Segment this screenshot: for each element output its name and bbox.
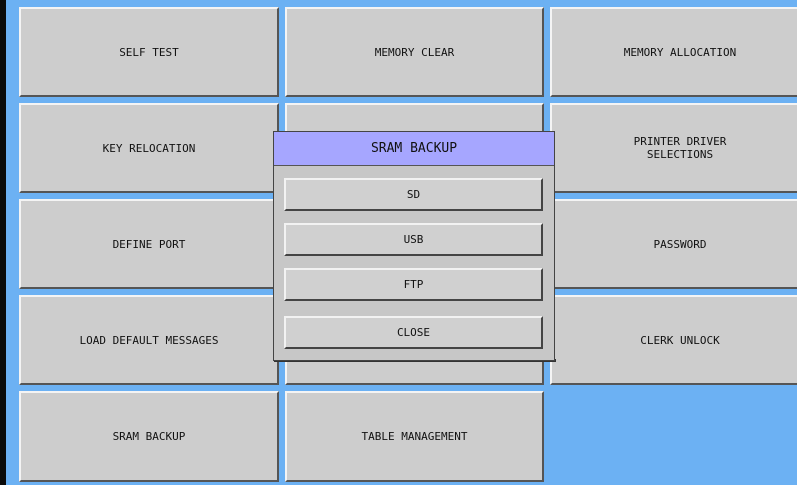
memory-clear-button[interactable]: MEMORY CLEAR: [285, 7, 544, 97]
ftp-option-button[interactable]: FTP: [284, 268, 543, 301]
password-button[interactable]: PASSWORD: [550, 199, 797, 289]
function-menu-screen: SELF TEST MEMORY CLEAR MEMORY ALLOCATION…: [0, 0, 797, 485]
usb-option-button[interactable]: USB: [284, 223, 543, 256]
clerk-unlock-button[interactable]: CLERK UNLOCK: [550, 295, 797, 385]
sram-backup-dialog: SRAM BACKUP SD USB FTP CLOSE: [273, 131, 555, 361]
table-management-button[interactable]: TABLE MANAGEMENT: [285, 391, 544, 482]
self-test-button[interactable]: SELF TEST: [19, 7, 279, 97]
memory-allocation-button[interactable]: MEMORY ALLOCATION: [550, 7, 797, 97]
sd-option-button[interactable]: SD: [284, 178, 543, 211]
load-default-messages-button[interactable]: LOAD DEFAULT MESSAGES: [19, 295, 279, 385]
key-relocation-button[interactable]: KEY RELOCATION: [19, 103, 279, 193]
printer-driver-selections-button[interactable]: PRINTER DRIVER SELECTIONS: [550, 103, 797, 193]
define-port-button[interactable]: DEFINE PORT: [19, 199, 279, 289]
dialog-title: SRAM BACKUP: [274, 132, 554, 166]
sram-backup-button[interactable]: SRAM BACKUP: [19, 391, 279, 482]
close-button[interactable]: CLOSE: [284, 316, 543, 349]
